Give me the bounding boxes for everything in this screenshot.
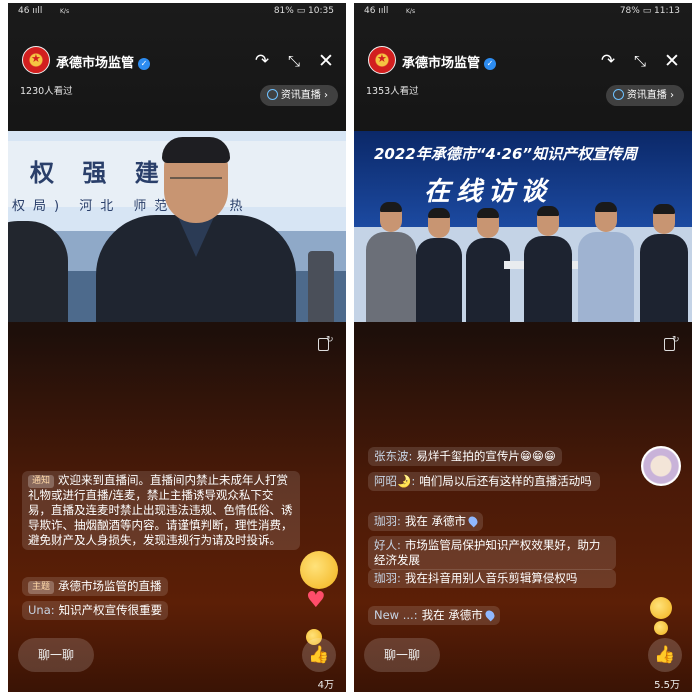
guest-person — [366, 202, 416, 322]
comment-item: 张东波: 易烊千玺拍的宣传片😁😁😁 — [368, 447, 562, 466]
heart-icon: ♥ — [306, 588, 326, 613]
comment-text: 知识产权宣传很重要 — [58, 603, 163, 617]
emblem-icon: ★ — [377, 52, 387, 65]
comment-text: 易烊千玺拍的宣传片😁😁😁 — [416, 449, 556, 463]
share-icon[interactable]: ↷ — [598, 51, 618, 71]
comment-user: 珈羽: — [374, 571, 401, 585]
comment-text: 咱们局以后还有这样的直播活动吗 — [419, 474, 592, 488]
chat-button[interactable]: 聊一聊 — [18, 638, 94, 672]
account-avatar[interactable]: ★ — [368, 46, 396, 74]
rotate-screen-icon[interactable]: ↻ — [664, 335, 682, 351]
microphone — [308, 251, 334, 322]
status-bar: 46 ııll K/s 81% ▭ 10:35 — [8, 3, 346, 19]
comment-user: 张东波: — [374, 449, 413, 463]
topic-text: 承德市场监管的直播 — [58, 579, 162, 593]
network-speed: K/s — [406, 8, 416, 15]
small-emoji-icon — [654, 621, 668, 635]
comment-item: New ...: 我在 承德市 — [368, 606, 500, 625]
like-count: 5.5万 — [654, 680, 680, 691]
battery-time: 81% ▭ 10:35 — [273, 6, 334, 16]
comment-user: 珈羽: — [374, 514, 401, 528]
close-icon[interactable]: ✕ — [316, 51, 336, 71]
notice-text: 欢迎来到直播间。直播间内禁止未成年人打赏礼物或进行直播/连麦，禁止主播诱导观众私… — [28, 473, 293, 547]
comment-text: 我在 承德市 — [421, 608, 483, 622]
comment-user: Una: — [28, 603, 55, 617]
comment-user: 阿昭🌛: — [374, 474, 416, 488]
guest-person — [578, 202, 634, 322]
thumbs-up-icon[interactable]: 👍 — [648, 638, 682, 672]
livestream-screen-left: 46 ııll K/s 81% ▭ 10:35 ★ 承德市场监管 ✓ ↷ ⤡ ✕ … — [8, 3, 346, 692]
comment-item: 珈羽: 我在 承德市 — [368, 512, 484, 531]
chat-button[interactable]: 聊一聊 — [364, 638, 440, 672]
notice-tag: 通知 — [28, 475, 55, 488]
speaker — [96, 137, 296, 322]
comment-text: 我在抖音用别人音乐剪辑算侵权吗 — [404, 571, 578, 585]
location-pin-icon — [483, 608, 497, 622]
signal-indicator: 46 ııll — [18, 6, 43, 16]
news-live-button[interactable]: 资讯直播 › — [259, 85, 338, 106]
live-header: ★ 承德市场监管 ✓ ↷ ⤡ ✕ — [354, 43, 692, 79]
network-speed: K/s — [60, 8, 70, 15]
news-live-button[interactable]: 资讯直播 › — [605, 85, 684, 106]
verified-badge-icon: ✓ — [138, 58, 151, 70]
share-icon[interactable]: ↷ — [252, 51, 272, 71]
thumbs-up-icon[interactable]: 👍 — [302, 638, 336, 672]
live-video[interactable]: 权 强 建 设 权局) 河北 师范学院 热 — [8, 131, 346, 322]
verified-badge-icon: ✓ — [484, 58, 497, 70]
live-video[interactable]: 2022年承德市“4·26”知识产权宣传周 在线访谈 — [354, 131, 692, 322]
comment-text: 市场监管局保护知识产权效果好，助力经济发展 — [374, 538, 601, 567]
guest-person — [416, 208, 462, 322]
guest-person — [524, 206, 572, 322]
banner-main-text: 在线访谈 — [424, 177, 553, 207]
guest-person — [466, 208, 510, 322]
topic-tag: 主题 — [28, 581, 55, 594]
emblem-icon: ★ — [31, 52, 41, 65]
host-person — [640, 204, 688, 322]
notice-message: 通知 欢迎来到直播间。直播间内禁止未成年人打赏礼物或进行直播/连麦，禁止主播诱导观… — [22, 471, 300, 550]
account-name[interactable]: 承德市场监管 ✓ — [56, 52, 151, 71]
comment-text: 我在 承德市 — [404, 514, 467, 528]
comment-item: Una: 知识产权宣传很重要 — [22, 601, 169, 620]
close-icon[interactable]: ✕ — [662, 51, 682, 71]
comment-item: 阿昭🌛: 咱们局以后还有这样的直播活动吗 — [368, 472, 600, 491]
live-header: ★ 承德市场监管 ✓ ↷ ⤡ ✕ — [8, 43, 346, 79]
livestream-screen-right: 46 ııll K/s 78% ▭ 11:13 ★ 承德市场监管 ✓ ↷ ⤡ ✕ … — [354, 3, 692, 692]
viewer-count: 1353人看过 — [366, 86, 419, 97]
globe-icon — [612, 89, 624, 100]
account-name[interactable]: 承德市场监管 ✓ — [402, 52, 497, 71]
viewer-avatar[interactable] — [641, 446, 681, 486]
globe-icon — [266, 89, 278, 100]
account-avatar[interactable]: ★ — [22, 46, 50, 74]
side-person — [8, 221, 68, 322]
sticker-emoji-icon — [650, 597, 672, 619]
comment-user: 好人: — [374, 538, 401, 552]
signal-indicator: 46 ııll — [364, 6, 389, 16]
shrink-icon[interactable]: ⤡ — [630, 51, 650, 71]
comment-item: 好人: 市场监管局保护知识产权效果好，助力经济发展 — [368, 536, 616, 570]
battery-time: 78% ▭ 11:13 — [619, 6, 680, 16]
rotate-screen-icon[interactable]: ↻ — [318, 335, 336, 351]
comment-user: New ...: — [374, 608, 418, 622]
video-backdrop-banner: 2022年承德市“4·26”知识产权宣传周 在线访谈 — [354, 131, 692, 227]
like-count: 4万 — [317, 680, 334, 691]
topic-message: 主题 承德市场监管的直播 — [22, 577, 168, 596]
banner-title: 2022年承德市“4·26”知识产权宣传周 — [374, 145, 638, 163]
shrink-icon[interactable]: ⤡ — [284, 51, 304, 71]
viewer-count: 1230人看过 — [20, 86, 73, 97]
sticker-emoji-icon — [300, 551, 338, 589]
status-bar: 46 ııll K/s 78% ▭ 11:13 — [354, 3, 692, 19]
comment-item: 珈羽: 我在抖音用别人音乐剪辑算侵权吗 — [368, 569, 616, 588]
location-pin-icon — [466, 514, 480, 528]
